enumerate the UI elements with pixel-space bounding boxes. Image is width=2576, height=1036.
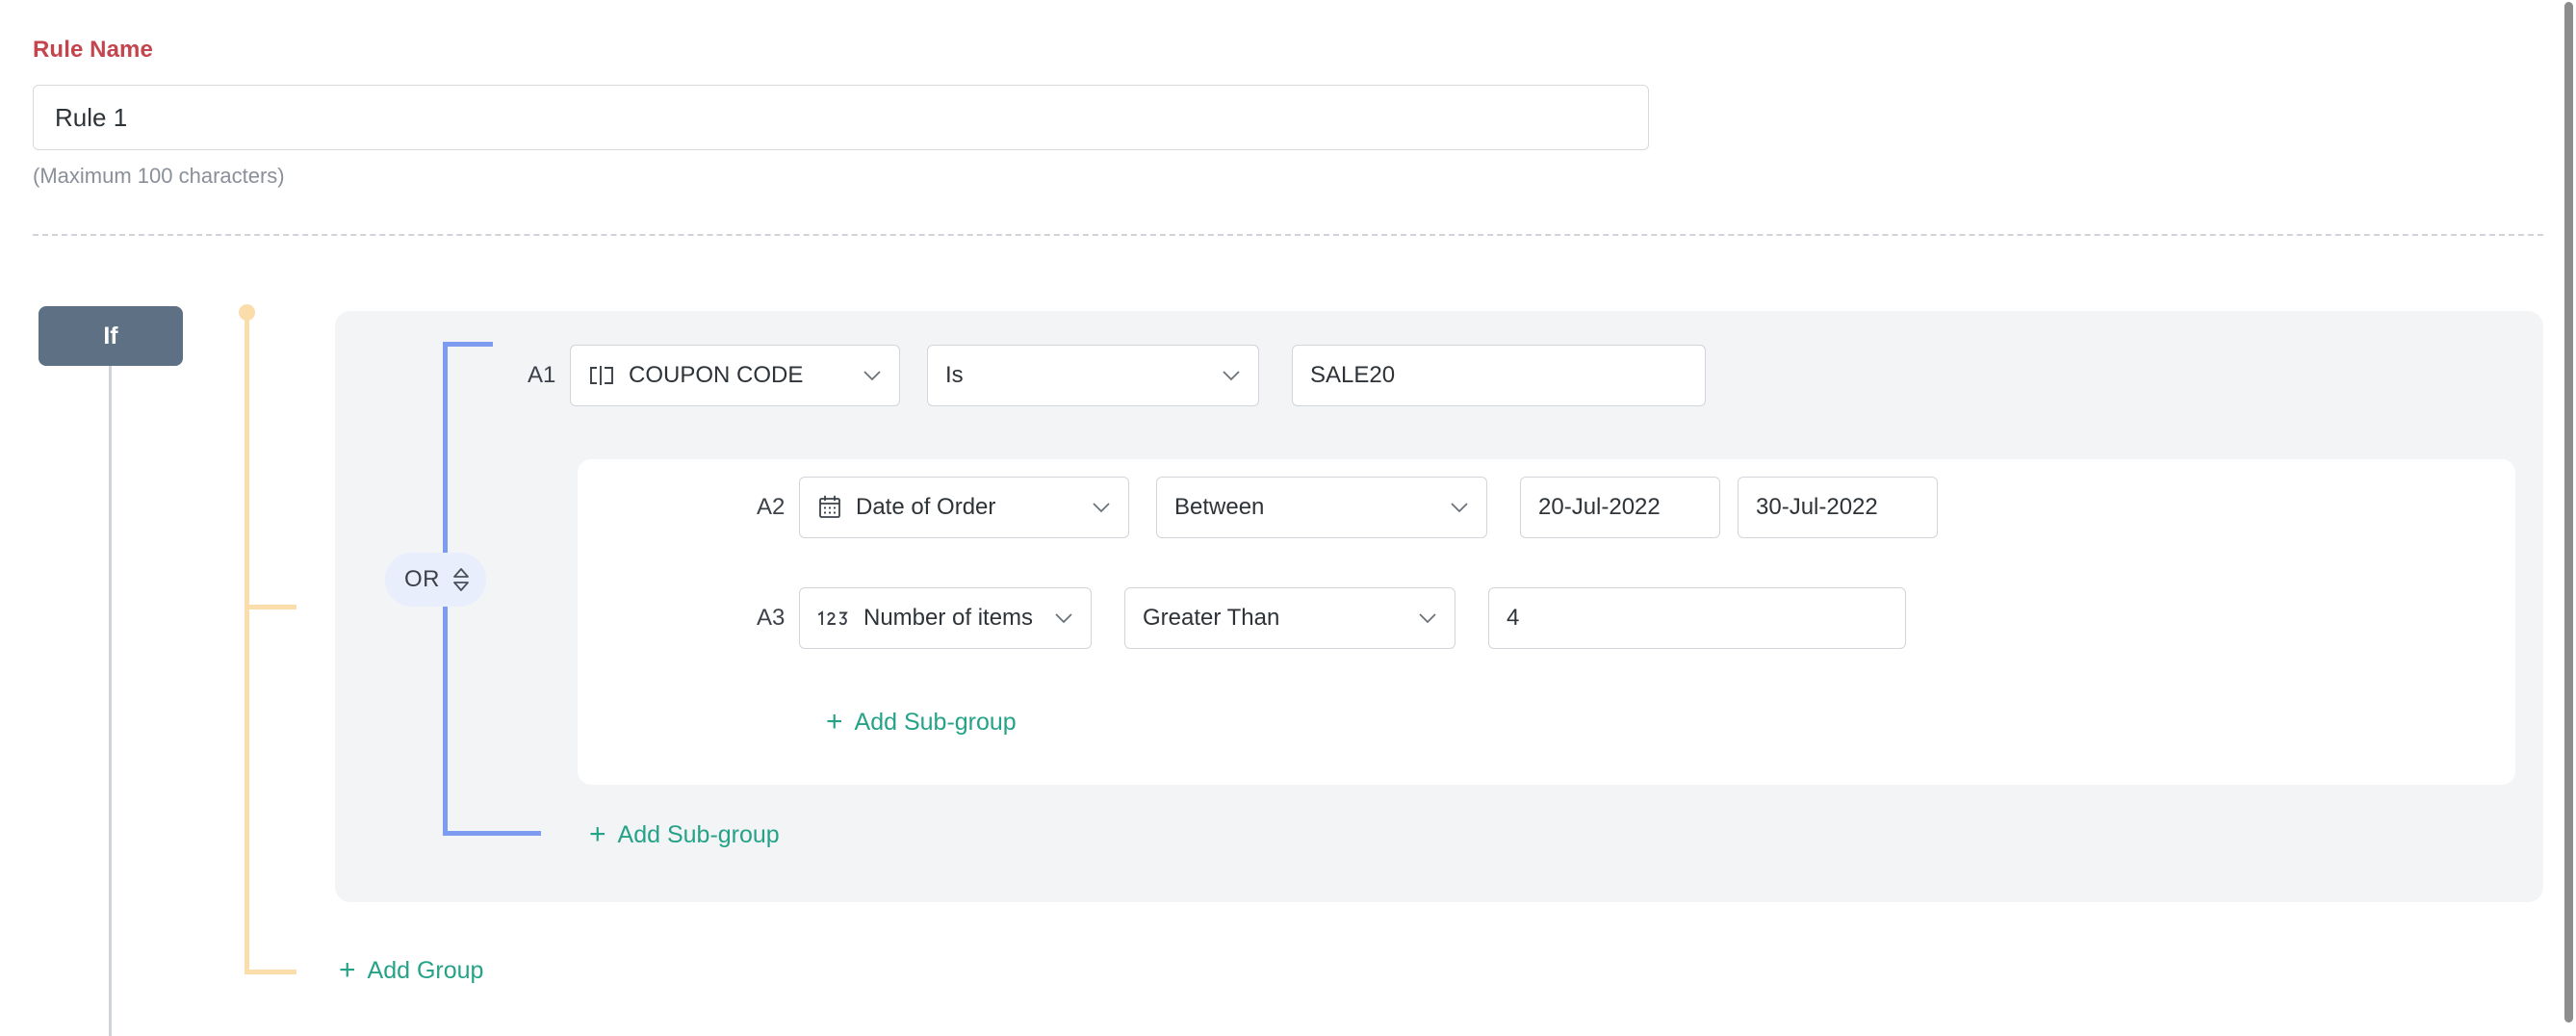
condition-field-label: Date of Order [856,494,996,520]
condition-tag: A1 [528,362,556,388]
chevron-down-icon [1451,503,1468,513]
condition-operator-select[interactable]: Between [1156,477,1487,538]
condition-row: A2 Date of Order Between 20-Jul-2022 30-… [757,477,1938,538]
add-group-label: Add Group [367,956,484,984]
or-operator-toggle[interactable]: OR [385,553,486,607]
condition-value-input[interactable]: 4 [1488,587,1906,649]
rule-name-label: Rule Name [33,37,153,63]
condition-field-select[interactable]: Date of Order [799,477,1129,538]
condition-value-text: 4 [1507,605,1520,631]
chevron-down-icon [863,371,881,381]
chevron-down-icon [1093,503,1110,513]
condition-operator-label: Between [1174,494,1265,520]
chevron-down-icon [1419,613,1436,624]
condition-field-label: COUPON CODE [629,362,804,388]
or-bracket-top [443,342,493,347]
add-subgroup-inner-label: Add Sub-group [854,708,1017,736]
page-scrollbar-thumb[interactable] [2564,2,2573,1023]
if-trunk-line [109,366,112,1036]
condition-date-to-input[interactable]: 30-Jul-2022 [1738,477,1938,538]
plus-icon: + [826,706,843,738]
condition-operator-select[interactable]: Greater Than [1124,587,1455,649]
add-subgroup-outer-button[interactable]: + Add Sub-group [589,820,780,849]
condition-field-label: Number of items [863,605,1034,631]
condition-field-select[interactable]: COUPON CODE [570,345,900,406]
condition-value-input[interactable]: SALE20 [1292,345,1706,406]
if-badge[interactable]: If [39,306,183,366]
add-group-button[interactable]: + Add Group [339,956,483,985]
condition-row: A3 Number of items Greater Than 4 [757,587,1906,649]
condition-date-from-input[interactable]: 20-Jul-2022 [1520,477,1720,538]
chevron-down-icon [1223,371,1240,381]
condition-operator-label: Is [945,362,964,388]
or-bracket-bottom [443,831,541,836]
plus-icon: + [339,954,356,986]
condition-value-text: SALE20 [1310,362,1396,388]
or-operator-label: OR [404,566,440,592]
rule-builder-page: Rule Name (Maximum 100 characters) If OR… [0,0,2576,1036]
sort-updown-icon [451,567,471,592]
calendar-icon [817,495,842,520]
number-123-icon [817,609,850,628]
single-line-text-icon [588,365,615,386]
add-subgroup-outer-label: Add Sub-group [617,820,780,848]
condition-tag: A2 [757,494,786,520]
page-scrollbar[interactable] [2563,0,2576,1036]
condition-operator-label: Greater Than [1143,605,1280,631]
condition-value-text: 30-Jul-2022 [1756,494,1878,520]
rule-name-input[interactable] [33,85,1649,150]
group-rail-foot [245,970,296,974]
condition-field-select[interactable]: Number of items [799,587,1092,649]
condition-row: A1 COUPON CODE Is SALE20 [528,345,1706,406]
group-rail-line [245,310,249,974]
condition-operator-select[interactable]: Is [927,345,1259,406]
rule-name-hint: (Maximum 100 characters) [33,164,285,188]
condition-tag: A3 [757,605,786,631]
add-subgroup-inner-button[interactable]: + Add Sub-group [826,708,1017,737]
group-rail-branch [245,605,296,609]
condition-value-text: 20-Jul-2022 [1538,494,1661,520]
plus-icon: + [589,818,606,850]
chevron-down-icon [1055,613,1072,624]
section-divider [33,234,2543,236]
